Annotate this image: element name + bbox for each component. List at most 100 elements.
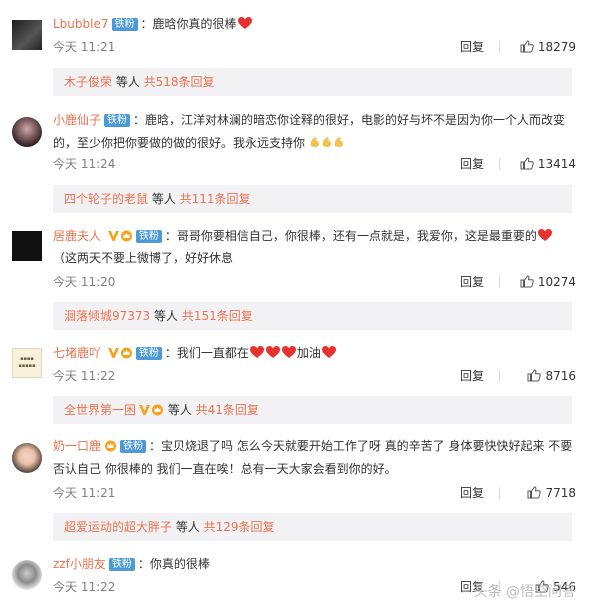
sub-reply-mid: 等人 bbox=[150, 309, 182, 323]
thumbs-up-icon bbox=[520, 40, 534, 53]
watermark: 头条 @悟空问答 bbox=[473, 584, 576, 600]
avatar[interactable] bbox=[12, 443, 42, 473]
username[interactable]: zzf小朋友 bbox=[53, 557, 106, 571]
comment-text: ：鹿晗你真的很棒 bbox=[140, 17, 237, 31]
flexed-biceps-icon bbox=[310, 137, 320, 147]
comment-text: ：你真的很棒 bbox=[137, 557, 210, 571]
fan-badge: 铁粉 bbox=[120, 440, 147, 453]
sub-reply-mid: 等人 bbox=[112, 75, 144, 89]
verified-v-icon bbox=[107, 348, 119, 358]
thumbs-up-icon bbox=[520, 157, 534, 170]
like-count: 8716 bbox=[545, 369, 576, 383]
comment-line: Lbubble7 铁粉 ：鹿晗你真的很棒 bbox=[53, 14, 576, 35]
sub-reply-user[interactable]: 四个轮子的老鼠 bbox=[64, 192, 148, 206]
reply-button[interactable]: 回复 bbox=[460, 38, 484, 56]
comment-text: ：我们一直都在 bbox=[164, 346, 249, 360]
like-count: 18279 bbox=[537, 40, 576, 54]
reply-button[interactable]: 回复 bbox=[460, 155, 484, 173]
member-crown-icon bbox=[105, 440, 117, 452]
heart-icon bbox=[265, 346, 280, 358]
fan-badge: 铁粉 bbox=[135, 347, 162, 360]
comment-meta: 今天 11:24 回复 13414 bbox=[53, 155, 576, 173]
comment-text: 加油 bbox=[296, 346, 321, 360]
thumbs-up-icon bbox=[527, 369, 542, 382]
comment-line: 小鹿仙子 铁粉 ：鹿晗，江洋对林澜的暗恋你诠释的很好，电影的好与坏不是因为你一个人而… bbox=[53, 110, 576, 131]
reply-button[interactable]: 回复 bbox=[460, 484, 484, 502]
comment-meta: 今天 11:22 回复 8716 bbox=[53, 367, 576, 385]
username[interactable]: 七堵鹿吖 bbox=[53, 346, 101, 360]
sub-reply-count[interactable]: 共41条回复 bbox=[196, 403, 259, 417]
timestamp: 今天 11:20 bbox=[53, 275, 116, 289]
sub-reply-count[interactable]: 共518条回复 bbox=[144, 75, 215, 89]
comment-line: 奶一口鹿 铁粉 ：宝贝烧退了吗 怎么今天就要开始工作了呀 真的辛苦了 身体要快快好起… bbox=[53, 436, 576, 457]
comment-meta: 今天 11:21 回复 18279 bbox=[53, 38, 576, 56]
like-count: 10274 bbox=[537, 275, 576, 289]
timestamp: 今天 11:22 bbox=[53, 369, 116, 383]
like-button[interactable]: 7718 bbox=[527, 484, 576, 502]
like-count: 7718 bbox=[545, 486, 576, 500]
like-button[interactable]: 13414 bbox=[520, 155, 576, 173]
username[interactable]: 奶一口鹿 bbox=[53, 439, 101, 453]
divider bbox=[499, 370, 500, 382]
like-button[interactable]: 10274 bbox=[520, 273, 576, 291]
avatar-text-pattern: ▪▪▪▪ ▪▪▪▪▪ bbox=[18, 356, 36, 369]
username[interactable]: Lbubble7 bbox=[53, 17, 109, 31]
reply-button[interactable]: 回复 bbox=[460, 273, 484, 291]
timestamp: 今天 11:21 bbox=[53, 486, 116, 500]
heart-icon bbox=[321, 346, 336, 358]
sub-replies[interactable]: 四个轮子的老鼠 等人 共111条回复 bbox=[53, 185, 572, 213]
avatar[interactable]: ▪▪▪▪ ▪▪▪▪▪ bbox=[12, 348, 42, 378]
sub-reply-count[interactable]: 共129条回复 bbox=[204, 520, 275, 534]
comment-line: 居鹿夫人 铁粉 ：哥哥你要相信自己，你很棒，还有一点就是，我爱你，这是最重要的 bbox=[53, 226, 576, 247]
sub-replies[interactable]: 超爱运动的超大胖子 等人 共129条回复 bbox=[53, 513, 572, 541]
member-crown-icon bbox=[120, 347, 132, 359]
comment-text: 的，至少你把你要做的做的很好。我永远支持你 bbox=[53, 136, 306, 150]
sub-reply-user[interactable]: 木子俊荣 bbox=[64, 75, 112, 89]
username[interactable]: 居鹿夫人 bbox=[53, 229, 101, 243]
sub-reply-user[interactable]: 洄落倾城97373 bbox=[64, 309, 150, 323]
heart-icon bbox=[537, 229, 552, 241]
comment-text: ：宝贝烧退了吗 怎么今天就要开始工作了呀 真的辛苦了 身体要快快好起来 不要 bbox=[149, 439, 573, 453]
heart-icon bbox=[237, 17, 252, 29]
reply-button[interactable]: 回复 bbox=[460, 367, 484, 385]
timestamp: 今天 11:24 bbox=[53, 157, 116, 171]
username[interactable]: 小鹿仙子 bbox=[53, 113, 101, 127]
comment-line: 七堵鹿吖 铁粉 ：我们一直都在 加油 bbox=[53, 343, 576, 364]
sub-reply-count[interactable]: 共111条回复 bbox=[180, 192, 251, 206]
member-crown-icon bbox=[152, 404, 164, 416]
comment-meta: 今天 11:21 回复 7718 bbox=[53, 484, 576, 502]
comment-text: ：哥哥你要相信自己，你很棒，还有一点就是，我爱你，这是最重要的 bbox=[164, 229, 537, 243]
fan-badge: 铁粉 bbox=[135, 230, 162, 243]
fan-badge: 铁粉 bbox=[104, 114, 131, 127]
comment-line: （这两天不要上微博了，好好休息 bbox=[53, 248, 576, 269]
avatar[interactable] bbox=[12, 20, 42, 50]
comment-line: 的，至少你把你要做的做的很好。我永远支持你 bbox=[53, 133, 576, 154]
sub-reply-user[interactable]: 超爱运动的超大胖子 bbox=[64, 520, 172, 534]
thumbs-up-icon bbox=[527, 486, 542, 499]
divider bbox=[499, 41, 500, 53]
sub-replies[interactable]: 木子俊荣 等人 共518条回复 bbox=[53, 68, 572, 96]
fan-badge: 铁粉 bbox=[111, 18, 138, 31]
sub-reply-user[interactable]: 全世界第一困 bbox=[64, 403, 136, 417]
timestamp: 今天 11:21 bbox=[53, 40, 116, 54]
sub-reply-mid: 等人 bbox=[172, 520, 204, 534]
like-button[interactable]: 8716 bbox=[527, 367, 576, 385]
like-count: 13414 bbox=[537, 157, 576, 171]
sub-replies[interactable]: 全世界第一困 等人 共41条回复 bbox=[53, 396, 572, 424]
verified-v-icon bbox=[139, 405, 151, 415]
flexed-biceps-icon bbox=[322, 137, 332, 147]
avatar[interactable] bbox=[12, 117, 42, 147]
heart-icon bbox=[281, 346, 296, 358]
sub-reply-count[interactable]: 共151条回复 bbox=[182, 309, 253, 323]
sub-replies[interactable]: 洄落倾城97373 等人 共151条回复 bbox=[53, 302, 572, 330]
sub-reply-mid: 等人 bbox=[148, 192, 180, 206]
verified-v-icon bbox=[107, 231, 119, 241]
flexed-biceps-icon bbox=[334, 137, 344, 147]
like-button[interactable]: 18279 bbox=[520, 38, 576, 56]
divider bbox=[499, 487, 500, 499]
fan-badge: 铁粉 bbox=[108, 558, 135, 571]
avatar[interactable] bbox=[12, 231, 42, 261]
comment-text: （这两天不要上微博了，好好休息 bbox=[53, 251, 234, 265]
avatar[interactable] bbox=[12, 560, 42, 590]
comment-meta: 今天 11:20 回复 10274 bbox=[53, 273, 576, 291]
